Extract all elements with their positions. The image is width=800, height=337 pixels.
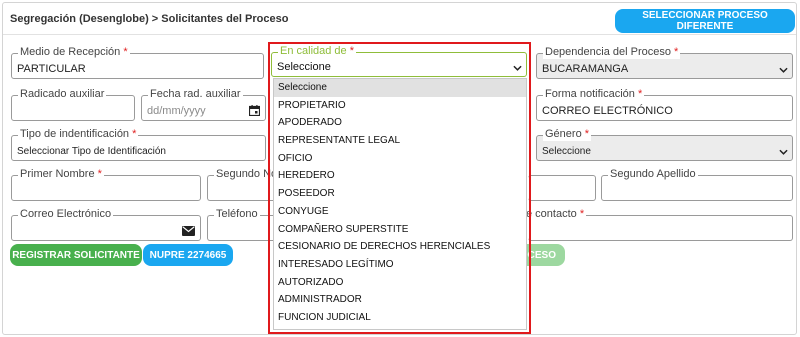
fecha-rad-auxiliar-label: Fecha rad. auxiliar xyxy=(148,88,243,101)
dropdown-option[interactable]: POSEEDOR xyxy=(274,185,526,203)
chevron-down-icon xyxy=(513,65,522,71)
dropdown-option[interactable]: Seleccione xyxy=(274,79,526,97)
telefono-input[interactable]: Teléfono xyxy=(207,208,277,241)
en-calidad-de-dropdown-list: Seleccione PROPIETARIO APODERADO REPRESE… xyxy=(273,78,527,330)
correo-label: Correo Electrónico xyxy=(18,208,114,221)
en-calidad-de-label: En calidad de xyxy=(280,45,347,57)
radicado-auxiliar-input[interactable]: Radicado auxiliar xyxy=(11,88,135,121)
forma-notificacion-value: CORREO ELECTRÓNICO xyxy=(542,105,673,117)
dropdown-option[interactable]: HEREDERO xyxy=(274,167,526,185)
dropdown-option[interactable]: ADMINISTRADOR xyxy=(274,291,526,309)
chevron-down-icon xyxy=(779,149,788,155)
calendar-icon[interactable] xyxy=(249,105,260,116)
dropdown-option[interactable]: CONYUGE xyxy=(274,203,526,221)
segundo-nombre-input[interactable]: Segundo No xyxy=(207,168,280,201)
en-calidad-de-value: Seleccione xyxy=(277,61,331,73)
primer-nombre-input[interactable]: Primer Nombre * xyxy=(11,168,201,201)
primer-nombre-label: Primer Nombre xyxy=(20,168,95,180)
forma-notificacion-select[interactable]: Forma notificación * CORREO ELECTRÓNICO xyxy=(536,88,793,121)
radicado-auxiliar-label: Radicado auxiliar xyxy=(18,88,107,101)
chevron-down-icon xyxy=(779,67,788,73)
medio-recepcion-select[interactable]: Medio de Recepción * PARTICULAR xyxy=(11,46,264,79)
fecha-rad-auxiliar-input[interactable]: Fecha rad. auxiliar dd/mm/yyyy xyxy=(141,88,266,121)
dropdown-option[interactable]: INTERESADO LEGÍTIMO xyxy=(274,256,526,274)
card-header: Segregación (Desenglobe) > Solicitantes … xyxy=(3,3,796,35)
medio-recepcion-value: PARTICULAR xyxy=(17,63,86,75)
select-different-process-button[interactable]: SELECCIONAR PROCESO DIFERENTE xyxy=(615,9,795,33)
en-calidad-de-select[interactable]: En calidad de * Seleccione xyxy=(271,45,527,77)
contacto-label: e contacto xyxy=(526,208,577,220)
segundo-apellido-input[interactable]: Segundo Apellido xyxy=(601,168,793,201)
dependencia-value: BUCARAMANGA xyxy=(542,63,629,75)
genero-label: Género xyxy=(545,128,582,140)
segundo-apellido-label: Segundo Apellido xyxy=(608,168,698,181)
registrar-solicitante-button[interactable]: REGISTRAR SOLICITANTE xyxy=(10,244,142,266)
forma-notificacion-label: Forma notificación xyxy=(545,88,635,100)
page-title: Segregación (Desenglobe) > Solicitantes … xyxy=(10,13,289,25)
dropdown-option[interactable]: AUTORIZADO xyxy=(274,274,526,292)
primer-apellido-input[interactable] xyxy=(528,175,596,201)
correo-input[interactable]: Correo Electrónico xyxy=(11,208,201,241)
dependencia-select[interactable]: Dependencia del Proceso * BUCARAMANGA xyxy=(536,46,793,79)
dropdown-option[interactable]: COMPAÑERO SUPERSTITE xyxy=(274,221,526,239)
dropdown-option[interactable]: APODERADO xyxy=(274,114,526,132)
tipo-identificacion-value: Seleccionar Tipo de Identificación xyxy=(17,146,166,157)
genero-value: Seleccione xyxy=(542,146,591,157)
tipo-identificacion-label: Tipo de indentificación xyxy=(20,128,130,140)
dropdown-option[interactable]: REPRESENTANTE LEGAL xyxy=(274,132,526,150)
tipo-identificacion-select[interactable]: Tipo de indentificación * Seleccionar Ti… xyxy=(11,128,266,161)
genero-select[interactable]: Género * Seleccione xyxy=(536,128,793,161)
envelope-icon xyxy=(182,226,195,236)
contacto-input[interactable]: e contacto * xyxy=(524,208,793,241)
telefono-label: Teléfono xyxy=(214,208,260,221)
nupre-button[interactable]: NUPRE 2274665 xyxy=(143,244,233,266)
dropdown-option[interactable]: OFICIO xyxy=(274,150,526,168)
dropdown-option[interactable]: PROPIETARIO xyxy=(274,97,526,115)
dropdown-option[interactable]: FUNCION JUDICIAL xyxy=(274,309,526,327)
dropdown-option[interactable]: CESIONARIO DE DERECHOS HERENCIALES xyxy=(274,238,526,256)
dependencia-label: Dependencia del Proceso xyxy=(545,46,671,58)
medio-recepcion-label: Medio de Recepción xyxy=(20,46,121,58)
fecha-placeholder: dd/mm/yyyy xyxy=(147,105,206,117)
